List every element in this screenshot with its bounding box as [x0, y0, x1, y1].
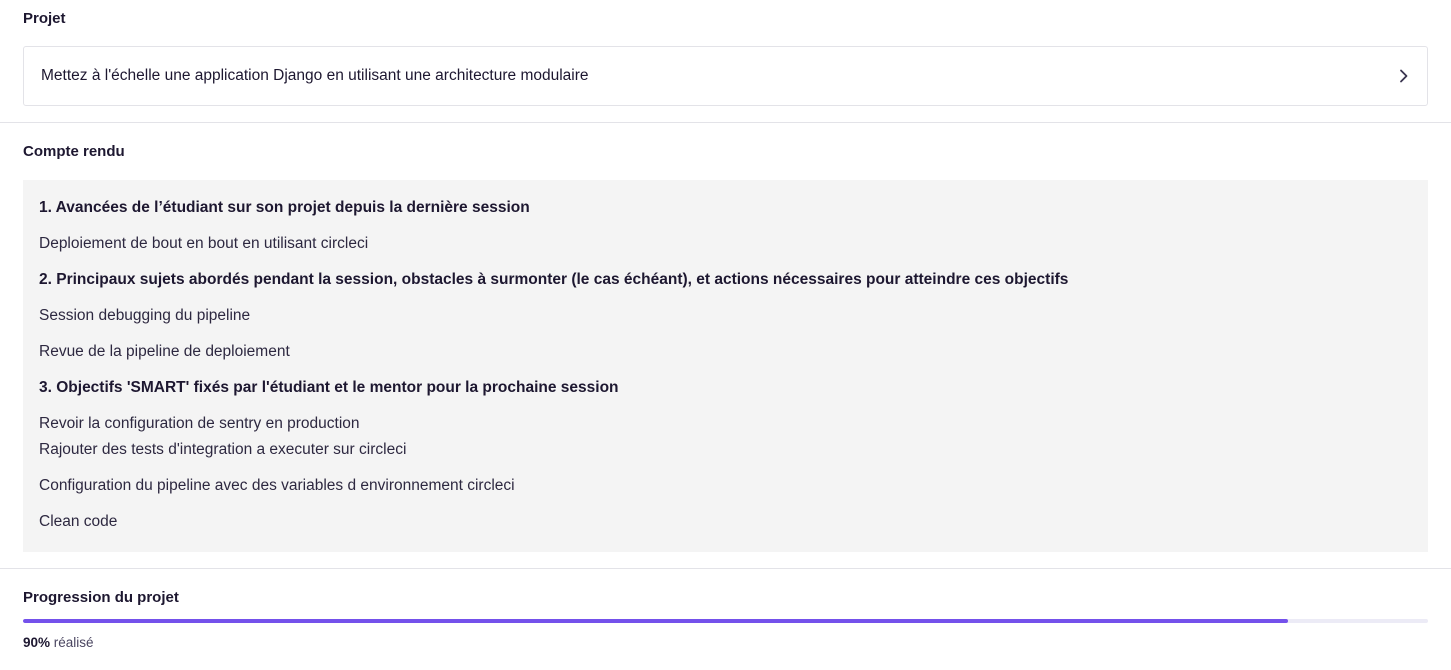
compte-rendu-title: Compte rendu — [23, 143, 125, 160]
report-line: Revue de la pipeline de deploiement — [39, 343, 290, 360]
report-heading: 1. Avancées de l’étudiant sur son projet… — [39, 199, 530, 216]
progression-title: Progression du projet — [23, 589, 179, 606]
report-line: Configuration du pipeline avec des varia… — [39, 477, 515, 494]
projet-title: Projet — [23, 10, 66, 27]
report-heading: 3. Objectifs 'SMART' fixés par l'étudian… — [39, 379, 619, 396]
progress-bar — [23, 619, 1428, 623]
progress-text: 90% réalisé — [23, 635, 1428, 650]
project-card[interactable]: Mettez à l'échelle une application Djang… — [23, 46, 1428, 106]
report-box: 1. Avancées de l’étudiant sur son projet… — [23, 180, 1428, 552]
progression-section: Progression du projet 90% réalisé — [0, 569, 1451, 650]
compte-rendu-section: Compte rendu 1. Avancées de l’étudiant s… — [0, 123, 1451, 552]
report-line: Session debugging du pipeline — [39, 307, 251, 324]
progress-percent: 90% — [23, 635, 51, 650]
report-line: Revoir la configuration de sentry en pro… — [39, 415, 360, 432]
progress-bar-fill — [23, 619, 1288, 623]
project-card-label: Mettez à l'échelle une application Djang… — [41, 67, 589, 84]
chevron-right-icon — [1397, 69, 1411, 83]
report-line: Rajouter des tests d'integration a execu… — [39, 441, 407, 458]
projet-section: Projet Mettez à l'échelle une applicatio… — [0, 0, 1451, 106]
report-line: Clean code — [39, 513, 118, 530]
report-line: Deploiement de bout en bout en utilisant… — [39, 235, 369, 252]
progress-suffix: réalisé — [53, 635, 94, 650]
report-heading: 2. Principaux sujets abordés pendant la … — [39, 271, 1069, 288]
